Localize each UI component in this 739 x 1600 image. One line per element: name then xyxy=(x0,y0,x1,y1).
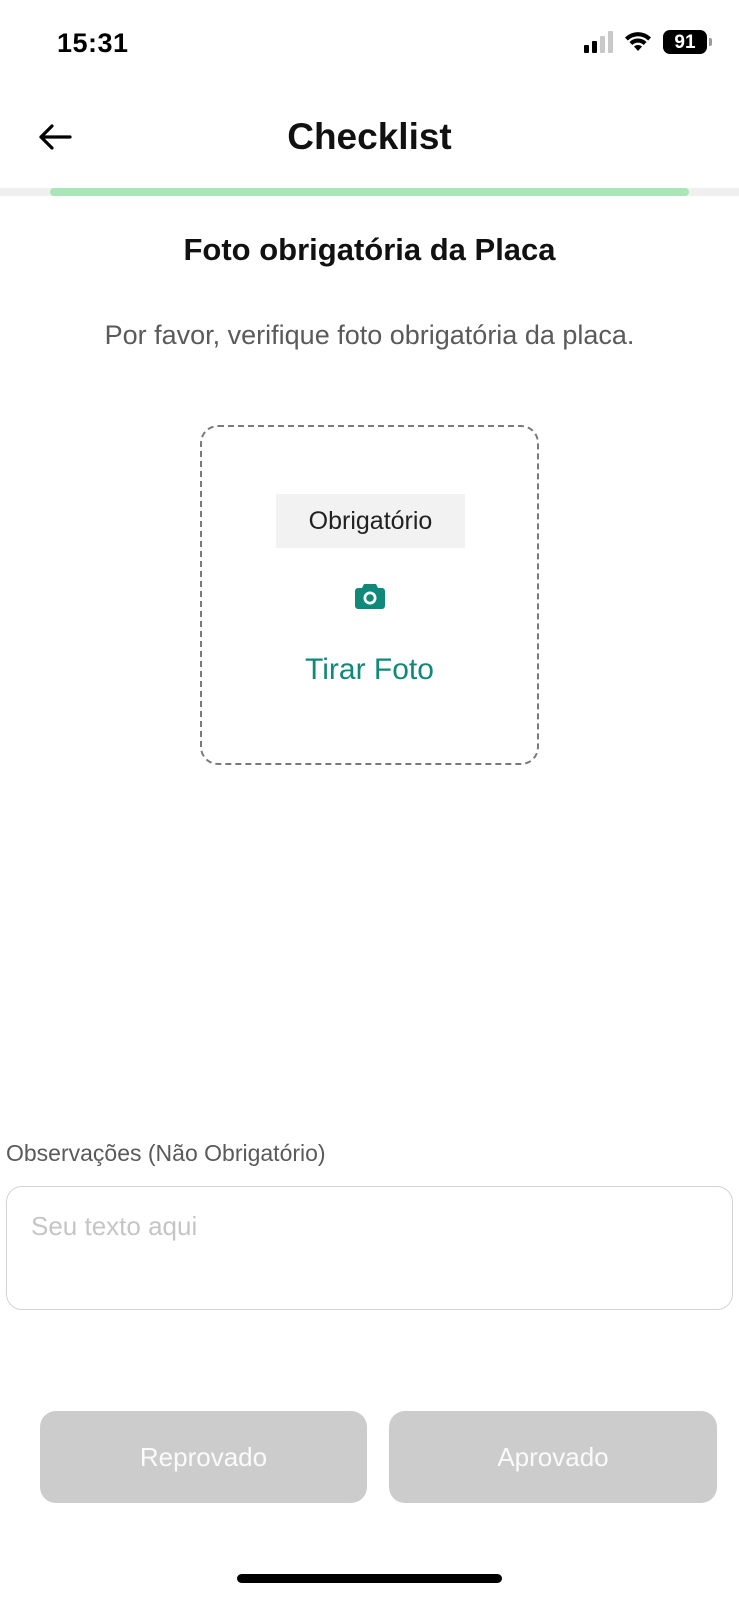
status-bar: 15:31 91 xyxy=(0,0,739,90)
progress-fill xyxy=(50,188,689,196)
observations-input[interactable] xyxy=(6,1186,733,1310)
reject-button[interactable]: Reprovado xyxy=(40,1411,367,1503)
battery-icon: 91 xyxy=(663,30,712,54)
section-title: Foto obrigatória da Placa xyxy=(183,232,556,267)
camera-icon xyxy=(355,584,385,609)
battery-level: 91 xyxy=(674,31,696,53)
required-badge: Obrigatório xyxy=(276,494,465,548)
signal-icon xyxy=(584,31,613,53)
status-icons: 91 xyxy=(584,30,712,54)
app-header: Checklist xyxy=(0,90,739,190)
section-description: Por favor, verifique foto obrigatória da… xyxy=(104,320,635,350)
observations-label: Observações (Não Obrigatório) xyxy=(6,1140,326,1166)
status-time: 15:31 xyxy=(57,28,129,58)
wifi-icon xyxy=(625,32,651,51)
approve-button[interactable]: Aprovado xyxy=(389,1411,717,1503)
take-photo-button[interactable]: Tirar Foto xyxy=(202,653,537,687)
home-indicator xyxy=(237,1574,502,1583)
page-title: Checklist xyxy=(287,116,452,157)
photo-upload-box[interactable]: Obrigatório Tirar Foto xyxy=(200,425,539,765)
progress-bar xyxy=(0,188,739,196)
